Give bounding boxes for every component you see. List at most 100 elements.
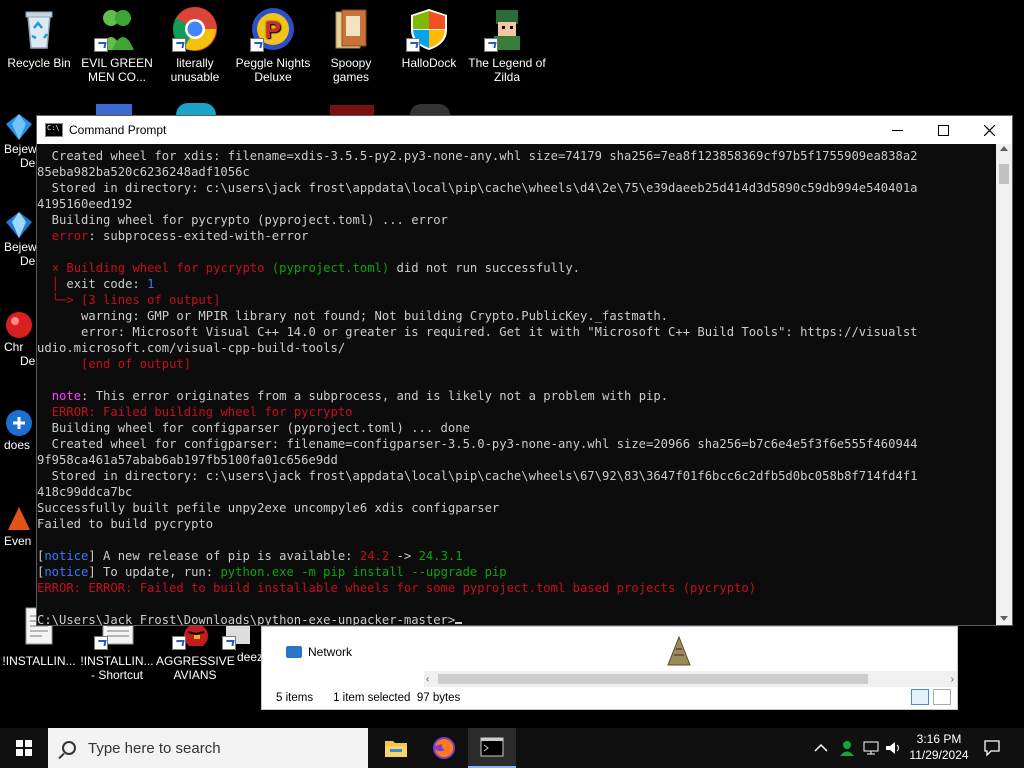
horizontal-scrollbar[interactable]: ‹ › — [424, 671, 957, 687]
scrollbar-thumb[interactable] — [438, 674, 868, 684]
terminal-text: udio.microsoft.com/visual-cpp-build-tool… — [37, 341, 346, 355]
terminal-text: 9f958ca461a57abab6ab197fb5100fa01c656e9d… — [37, 453, 338, 467]
desktop-icon-spoopy-games[interactable]: Spoopy games — [312, 6, 390, 84]
desktop-icon-chr[interactable]: Chr Del — [4, 310, 40, 368]
minimize-icon — [891, 129, 903, 131]
command-prompt-window[interactable]: Command Prompt Created wheel for xdis: f… — [36, 115, 1013, 626]
terminal-cursor — [455, 622, 463, 624]
notification-icon[interactable] — [983, 728, 1001, 768]
desktop-icon-label: Spoopy games — [330, 56, 372, 84]
terminal-text: Stored in directory: c:\users\jack frost… — [37, 181, 918, 195]
terminal-line: warning: GMP or MPIR library not found; … — [37, 308, 996, 324]
file-thumbnail-icon[interactable] — [664, 635, 694, 670]
desktop-icon-peggle[interactable]: P Peggle Nights Deluxe — [234, 6, 312, 84]
terminal-text: Created wheel for xdis: filename=xdis-3.… — [37, 149, 918, 163]
terminal-text: ERROR: Failed building wheel for pycrypt… — [51, 405, 353, 419]
desktop-icon-label: The Legend of Zilda — [468, 56, 546, 84]
terminal-text: │ — [51, 277, 60, 291]
maximize-button[interactable] — [920, 116, 966, 144]
terminal-text: (pyproject.toml) — [271, 261, 390, 275]
large-icons-view-icon[interactable] — [933, 689, 951, 705]
terminal-text: × Building wheel for pycrypto — [51, 261, 272, 275]
terminal-text: exit code: — [59, 277, 148, 291]
terminal-line: 9f958ca461a57abab6ab197fb5100fa01c656e9d… — [37, 452, 996, 468]
taskbar-firefox[interactable] — [420, 728, 468, 768]
window-titlebar[interactable]: Command Prompt — [37, 116, 1012, 144]
desktop-icon-label: Recycle Bin — [7, 56, 71, 70]
terminal-line: Building wheel for pycrypto (pyproject.t… — [37, 212, 996, 228]
search-icon — [62, 741, 76, 755]
close-button[interactable] — [966, 116, 1012, 144]
terminal-text: 418c99ddca7bc — [37, 485, 133, 499]
terminal-line: 4195160eed192 — [37, 196, 996, 212]
desktop-icon-literally-unusable[interactable]: literally unusable — [156, 6, 234, 84]
desktop-icon-bejeweled-1[interactable]: Bejew De — [4, 112, 40, 170]
details-view-icon[interactable] — [911, 689, 929, 705]
tray-volume-icon[interactable] — [884, 728, 902, 768]
desktop-icon-does[interactable]: does — [4, 408, 40, 452]
windows-logo-icon — [16, 740, 32, 756]
terminal-line: Successfully built pefile unpy2exe uncom… — [37, 500, 996, 516]
status-selection: 1 item selected 97 bytes — [333, 692, 461, 704]
orange-app-icon — [4, 504, 34, 534]
terminal-line: × Building wheel for pycrypto (pyproject… — [37, 260, 996, 276]
terminal-output[interactable]: Created wheel for xdis: filename=xdis-3.… — [37, 144, 996, 625]
terminal-line: Created wheel for xdis: filename=xdis-3.… — [37, 148, 996, 164]
tray-user-icon[interactable] — [838, 728, 856, 768]
terminal-text: note — [51, 389, 82, 403]
desktop-icon-recycle-bin[interactable]: Recycle Bin — [0, 6, 78, 70]
terminal-text: ] To update, run: — [88, 565, 221, 579]
desktop-icon-hallodock[interactable]: HalloDock — [390, 6, 468, 70]
nav-item-network[interactable]: Network — [286, 645, 352, 659]
terminal-line: ERROR: Failed building wheel for pycrypt… — [37, 404, 996, 420]
scrollbar-thumb[interactable] — [999, 164, 1009, 184]
taskbar-command-prompt[interactable] — [468, 728, 516, 768]
terminal-text: ╰─> [3 lines of output] — [51, 293, 221, 307]
terminal-line: Building wheel for configparser (pyproje… — [37, 420, 996, 436]
file-explorer-window[interactable]: Network ‹ › 5 items 1 item selected 97 b… — [261, 626, 958, 710]
terminal-line: [notice] A new release of pip is availab… — [37, 548, 996, 564]
terminal-text: error — [51, 229, 89, 243]
tray-network-icon[interactable] — [862, 728, 880, 768]
desktop-icon-even[interactable]: Even — [4, 504, 40, 548]
scroll-down-icon[interactable] — [1000, 616, 1008, 621]
shortcut-arrow-icon — [94, 636, 108, 650]
shortcut-arrow-icon — [172, 38, 186, 52]
terminal-text: 24.2 — [359, 549, 390, 563]
terminal-text: 4195160eed192 — [37, 197, 133, 211]
taskbar-file-explorer[interactable] — [372, 728, 420, 768]
terminal-line: 418c99ddca7bc — [37, 484, 996, 500]
desktop-icon-legend-of-zilda[interactable]: The Legend of Zilda — [468, 6, 546, 84]
scroll-right-icon[interactable]: › — [951, 674, 954, 685]
system-clock[interactable]: 3:16 PM 11/29/2024 — [904, 731, 974, 763]
terminal-text: did not run successfully. — [389, 261, 580, 275]
shortcut-arrow-icon — [222, 636, 236, 650]
desktop-icon-label: Peggle Nights Deluxe — [235, 56, 311, 84]
shortcut-arrow-icon — [94, 38, 108, 52]
minimize-button[interactable] — [874, 116, 920, 144]
terminal-text: Created wheel for configparser: filename… — [37, 437, 918, 451]
desktop-icon-bejeweled-2[interactable]: Bejew Del — [4, 210, 40, 268]
desktop-icon-label: literally unusable — [170, 56, 220, 84]
start-button[interactable] — [0, 728, 48, 768]
scroll-left-icon[interactable]: ‹ — [426, 674, 429, 685]
shortcut-arrow-icon — [484, 38, 498, 52]
desktop-icon-evil-green-men[interactable]: EVIL GREEN MEN CO... — [78, 6, 156, 84]
search-placeholder: Type here to search — [88, 739, 221, 757]
close-icon — [983, 124, 995, 136]
terminal-icon — [480, 737, 504, 757]
scroll-up-icon[interactable] — [1000, 146, 1008, 151]
firefox-icon — [433, 737, 455, 759]
terminal-line: C:\Users\Jack Frost\Downloads\python-exe… — [37, 612, 996, 625]
vertical-scrollbar[interactable] — [996, 144, 1012, 625]
terminal-line: [notice] To update, run: python.exe -m p… — [37, 564, 996, 580]
desktop-icon-label: EVIL GREEN MEN CO... — [81, 56, 153, 84]
search-box[interactable]: Type here to search — [48, 728, 368, 768]
hidden-icon-top — [330, 105, 374, 115]
chrome-icon — [172, 6, 218, 52]
tray-chevron-up-icon[interactable] — [814, 728, 828, 768]
